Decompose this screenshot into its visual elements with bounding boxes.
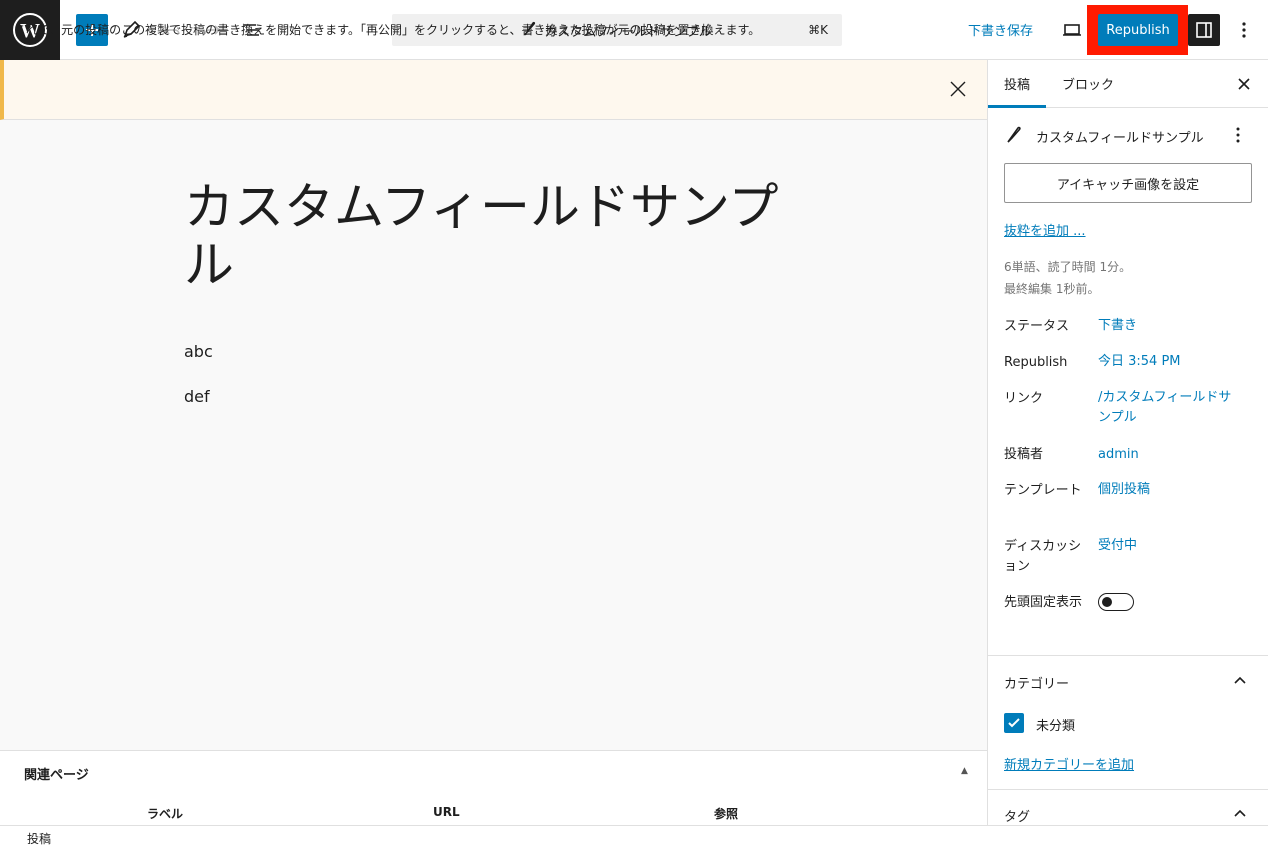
author-label: 投稿者 [1004,447,1044,462]
tab-post[interactable]: 投稿 [1004,74,1030,93]
save-draft-button[interactable]: 下書き保存 [968,20,1033,39]
paragraph-block[interactable]: abc [184,342,213,361]
republish-label: Republish [1004,355,1068,370]
notice-text: これで、元の投稿のこの複製で投稿の書き換えを開始できます。「再公開」をクリックす… [14,23,761,37]
post-title[interactable]: カスタムフィールドサンプル [184,178,824,294]
sticky-toggle[interactable] [1098,593,1134,611]
word-count-text: 6単語、読了時間 1分。 [1004,260,1132,274]
close-icon[interactable] [944,78,972,106]
republish-date-value[interactable]: 今日 3:54 PM [1098,352,1238,372]
metabox-title: 関連ページ [24,768,89,783]
column-header-label: ラベル [147,807,184,821]
category-label: 未分類 [1036,719,1076,734]
set-featured-image-button[interactable]: アイキャッチ画像を設定 [1004,163,1252,203]
collapse-triangle-icon[interactable]: ▲ [961,766,968,776]
breadcrumb[interactable]: 投稿 [27,830,51,847]
permalink-value[interactable]: /カスタムフィールドサンプル [1098,388,1238,428]
chevron-up-icon[interactable] [1232,673,1248,693]
column-header-reference: 参照 [714,807,739,821]
post-name: カスタムフィールドサンプル [1036,130,1204,146]
tags-panel-title[interactable]: タグ [1004,806,1030,825]
post-feather-icon [1004,124,1022,148]
active-tab-indicator [988,105,1046,108]
discussion-value[interactable]: 受付中 [1098,536,1238,556]
author-value[interactable]: admin [1098,445,1238,465]
status-label: ステータス [1004,319,1070,334]
more-options-icon[interactable] [1228,14,1260,46]
notice-banner [0,60,987,120]
status-value[interactable]: 下書き [1098,316,1238,336]
preview-icon[interactable] [1056,14,1088,46]
category-checkbox[interactable] [1004,713,1024,733]
template-label: テンプレート [1004,483,1082,498]
categories-panel-title[interactable]: カテゴリー [1004,673,1069,692]
discussion-label: ディスカッション [1004,539,1082,574]
post-stats: 6単語、読了時間 1分。 最終編集 1秒前。 [1004,256,1131,300]
divider [988,789,1268,790]
link-label: リンク [1004,391,1044,406]
close-icon[interactable] [1236,76,1252,96]
column-header-url: URL [433,805,460,819]
divider [988,655,1268,656]
republish-button[interactable]: Republish [1098,14,1178,46]
template-value[interactable]: 個別投稿 [1098,480,1238,500]
sticky-label: 先頭固定表示 [1004,595,1083,610]
chevron-up-icon[interactable] [1232,806,1248,826]
shortcut-hint: ⌘K [808,23,828,37]
settings-sidebar-icon[interactable] [1188,14,1220,46]
post-actions-icon[interactable] [1234,126,1242,148]
tab-block[interactable]: ブロック [1062,74,1114,93]
last-edited-text: 最終編集 1秒前。 [1004,282,1100,296]
post-summary-header: カスタムフィールドサンプル [1004,124,1204,148]
add-category-link[interactable]: 新規カテゴリーを追加 [1004,754,1134,773]
status-footer [0,825,1268,849]
add-excerpt-link[interactable]: 抜粋を追加 ... [1004,220,1086,239]
paragraph-block[interactable]: def [184,387,210,406]
